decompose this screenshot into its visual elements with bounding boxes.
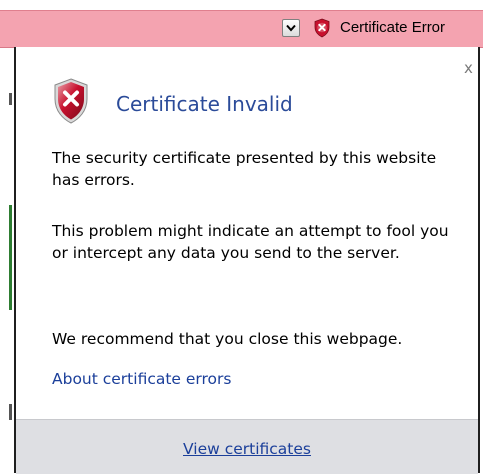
error-description: The security certificate presented by th… xyxy=(52,149,437,189)
popup-footer: View certificates xyxy=(16,419,478,474)
address-dropdown-button[interactable] xyxy=(282,19,300,37)
certificate-popup: x Certificate Invalid The security certi… xyxy=(14,47,480,474)
error-warning: This problem might indicate an attempt t… xyxy=(52,222,449,262)
view-certificates-link[interactable]: View certificates xyxy=(16,440,478,458)
page-edge-mark xyxy=(9,404,12,420)
page-edge-accent xyxy=(9,205,12,310)
shield-error-icon[interactable] xyxy=(313,18,331,38)
top-strip xyxy=(0,0,483,10)
address-bar-security-status: Certificate Error xyxy=(0,10,483,48)
error-recommendation: We recommend that you close this webpage… xyxy=(52,330,403,348)
chevron-down-icon xyxy=(286,24,296,32)
certificate-error-label[interactable]: Certificate Error xyxy=(340,19,445,36)
about-certificate-errors-link[interactable]: About certificate errors xyxy=(52,370,232,388)
page-edge-mark xyxy=(9,93,12,105)
shield-error-icon xyxy=(54,78,88,124)
close-button[interactable]: x xyxy=(464,61,473,76)
popup-title: Certificate Invalid xyxy=(116,92,293,116)
